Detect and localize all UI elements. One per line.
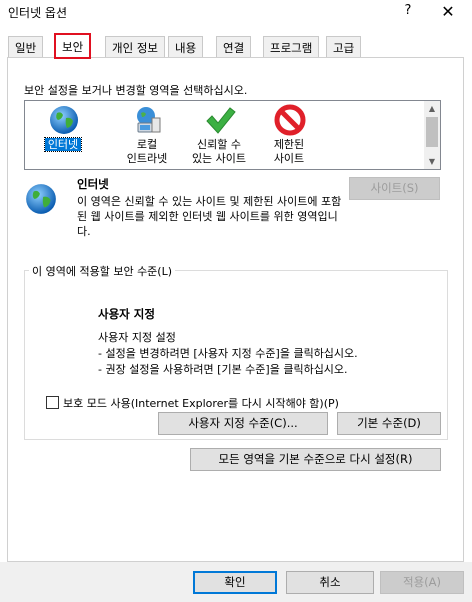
- selected-zone-description: 이 영역은 신뢰할 수 있는 사이트 및 제한된 사이트에 포함된 웹 사이트를…: [77, 195, 342, 238]
- title-bar: 인터넷 옵션 ? ✕: [0, 0, 472, 30]
- selected-zone-name: 인터넷: [77, 177, 109, 191]
- tab-privacy[interactable]: 개인 정보: [105, 36, 165, 57]
- globe-icon: [26, 184, 56, 214]
- security-level-line: - 설정을 변경하려면 [사용자 지정 수준]을 클릭하십시오.: [98, 347, 358, 360]
- zone-restricted-sites[interactable]: 제한된 사이트: [253, 101, 325, 169]
- tab-programs[interactable]: 프로그램: [263, 36, 320, 57]
- zone-list[interactable]: 인터넷 로컬 인트라넷 신뢰할 수 있는 사이트 제한된 사이트 ▲ ▼: [24, 100, 441, 170]
- zone-trusted-sites[interactable]: 신뢰할 수 있는 사이트: [183, 101, 255, 169]
- tab-security[interactable]: 보안: [54, 33, 92, 59]
- zone-local-intranet[interactable]: 로컬 인트라넷: [111, 101, 183, 169]
- ok-button[interactable]: 확인: [193, 571, 277, 594]
- zone-label: 인터넷: [43, 137, 83, 152]
- security-level-group-title: 이 영역에 적용할 보안 수준(L): [29, 263, 176, 279]
- close-button[interactable]: ✕: [436, 2, 460, 24]
- default-level-button[interactable]: 기본 수준(D): [337, 412, 441, 435]
- window-title: 인터넷 옵션: [8, 6, 68, 20]
- protected-mode-label[interactable]: 보호 모드 사용(Internet Explorer를 다시 시작해야 함)(P…: [63, 395, 339, 411]
- apply-button[interactable]: 적용(A): [380, 571, 464, 594]
- scroll-down-icon[interactable]: ▼: [424, 154, 440, 169]
- security-level-line: 사용자 지정 설정: [98, 331, 176, 344]
- zone-label: 제한된 사이트: [273, 138, 305, 165]
- zone-list-scrollbar[interactable]: ▲ ▼: [424, 101, 440, 169]
- zone-instruction: 보안 설정을 보거나 변경할 영역을 선택하십시오.: [24, 84, 248, 97]
- cancel-button[interactable]: 취소: [286, 571, 374, 594]
- tab-content[interactable]: 내용: [168, 36, 204, 57]
- scroll-up-icon[interactable]: ▲: [424, 101, 440, 116]
- reset-all-zones-button[interactable]: 모든 영역을 기본 수준으로 다시 설정(R): [190, 448, 441, 471]
- zone-label: 로컬 인트라넷: [126, 138, 168, 165]
- security-level-title: 사용자 지정: [98, 307, 155, 321]
- checkmark-icon: [206, 107, 236, 134]
- tab-general[interactable]: 일반: [8, 36, 44, 57]
- help-button[interactable]: ?: [398, 3, 418, 23]
- zone-label: 신뢰할 수 있는 사이트: [191, 138, 247, 165]
- tab-connections[interactable]: 연결: [216, 36, 252, 57]
- restricted-icon: [274, 104, 306, 136]
- security-level-line: - 권장 설정을 사용하려면 [기본 수준]을 클릭하십시오.: [98, 363, 348, 376]
- tab-advanced[interactable]: 고급: [326, 36, 362, 57]
- intranet-icon: [137, 107, 161, 133]
- custom-level-button[interactable]: 사용자 지정 수준(C)...: [158, 412, 328, 435]
- globe-icon: [50, 106, 78, 134]
- zone-internet[interactable]: 인터넷: [27, 101, 99, 169]
- scroll-thumb[interactable]: [426, 117, 438, 147]
- sites-button[interactable]: 사이트(S): [349, 177, 440, 200]
- protected-mode-checkbox[interactable]: [46, 396, 59, 409]
